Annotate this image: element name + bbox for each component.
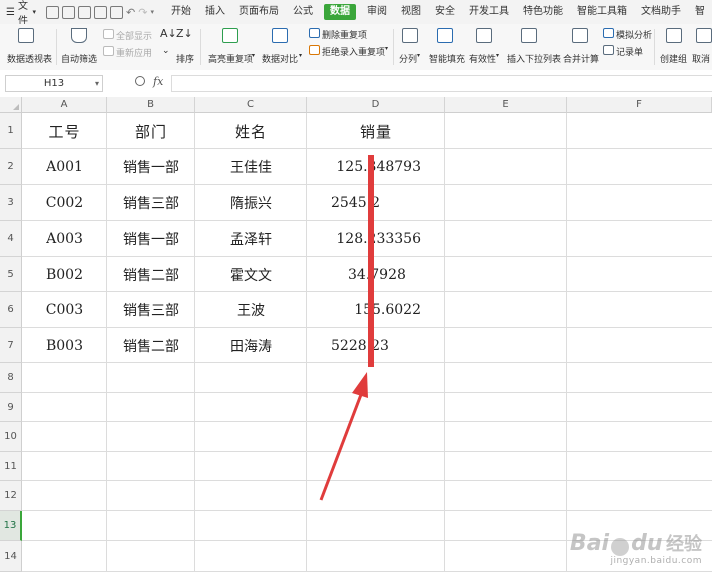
paw-icon (611, 538, 630, 556)
watermark-cn: 经验 (666, 534, 702, 555)
watermark: Bai du 经验 jingyan.baidu.com (570, 530, 702, 566)
annotation-arrow-icon (319, 372, 368, 501)
watermark-logo-tail: du (631, 531, 663, 556)
watermark-logo: Bai (569, 531, 610, 556)
watermark-url: jingyan.baidu.com (610, 556, 702, 566)
